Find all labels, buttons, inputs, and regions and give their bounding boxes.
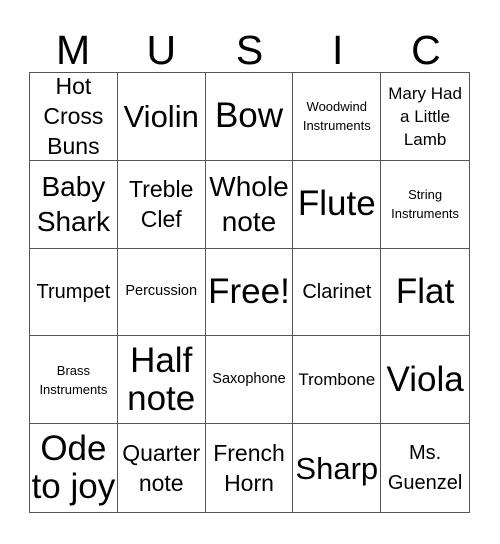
bingo-cell: String Instruments: [381, 161, 469, 249]
bingo-cell: Quarter note: [118, 424, 206, 512]
cell-text: Bow: [214, 96, 284, 136]
bingo-cell: French Horn: [206, 424, 294, 512]
bingo-cell: Baby Shark: [30, 160, 118, 249]
cell-text: Quarter note: [122, 440, 201, 497]
cell-text: French Horn: [213, 440, 285, 497]
cell-text: Hot Cross Buns: [43, 73, 104, 160]
bingo-cell: Bow: [205, 73, 294, 161]
cell-text: Treble Clef: [129, 176, 194, 233]
bingo-cell: Treble Clef: [117, 160, 206, 249]
bingo-cell: Hot Cross Buns: [30, 73, 118, 161]
cell-text: Whole note: [209, 171, 289, 238]
cell-text: Mary Had a Little Lamb: [388, 83, 462, 149]
bingo-cell: Ms. Guenzel: [381, 424, 469, 512]
cell-text: Saxophone: [212, 371, 286, 388]
header-letter-c: C: [411, 27, 441, 73]
bingo-cell: Viola: [381, 336, 469, 425]
bingo-cell: Violin: [117, 73, 206, 161]
free-space-cell: Free!: [205, 248, 294, 337]
header-letter-s: S: [235, 27, 264, 73]
bingo-cell: Clarinet: [293, 248, 382, 337]
bingo-cell: Trombone: [293, 336, 382, 425]
cell-text: Flute: [297, 184, 376, 224]
cell-text: Half note: [127, 340, 196, 418]
header-letter-u: U: [146, 27, 177, 73]
bingo-cell: Mary Had a Little Lamb: [381, 73, 469, 161]
cell-text: Baby Shark: [36, 171, 110, 238]
cell-text: Percussion: [125, 283, 198, 300]
cell-text: Ode to joy: [31, 429, 116, 507]
cell-text: Clarinet: [302, 280, 372, 303]
cell-text: Viola: [386, 359, 464, 399]
cell-text: Sharp: [295, 450, 379, 486]
bingo-cell: Ode to joy: [30, 424, 118, 512]
bingo-cell: Flute: [293, 160, 382, 249]
bingo-grid: Hot Cross Buns Violin Bow Woodwind Instr…: [29, 72, 470, 513]
bingo-cell: Saxophone: [205, 336, 294, 425]
header-letter-m: M: [56, 27, 91, 73]
cell-text: Flat: [395, 271, 455, 311]
bingo-cell: Woodwind Instruments: [293, 73, 382, 161]
bingo-header: M U S I C: [29, 28, 470, 72]
bingo-cell: Sharp: [293, 424, 382, 512]
cell-text: Trumpet: [36, 280, 111, 303]
bingo-cell: Trumpet: [30, 248, 118, 337]
bingo-cell: Brass Instruments: [30, 336, 118, 425]
cell-text: Violin: [123, 98, 199, 134]
bingo-cell: Flat: [381, 249, 469, 337]
cell-text: Ms. Guenzel: [387, 442, 463, 495]
bingo-cell: Percussion: [117, 248, 206, 337]
cell-text: Free!: [208, 271, 290, 311]
bingo-cell: Whole note: [205, 160, 294, 249]
cell-text: Woodwind Instruments: [302, 99, 371, 134]
cell-text: Trombone: [298, 370, 376, 390]
cell-text: Brass Instruments: [39, 362, 108, 397]
bingo-cell: Half note: [117, 336, 206, 425]
header-letter-i: I: [331, 27, 344, 73]
cell-text: String Instruments: [391, 187, 460, 222]
